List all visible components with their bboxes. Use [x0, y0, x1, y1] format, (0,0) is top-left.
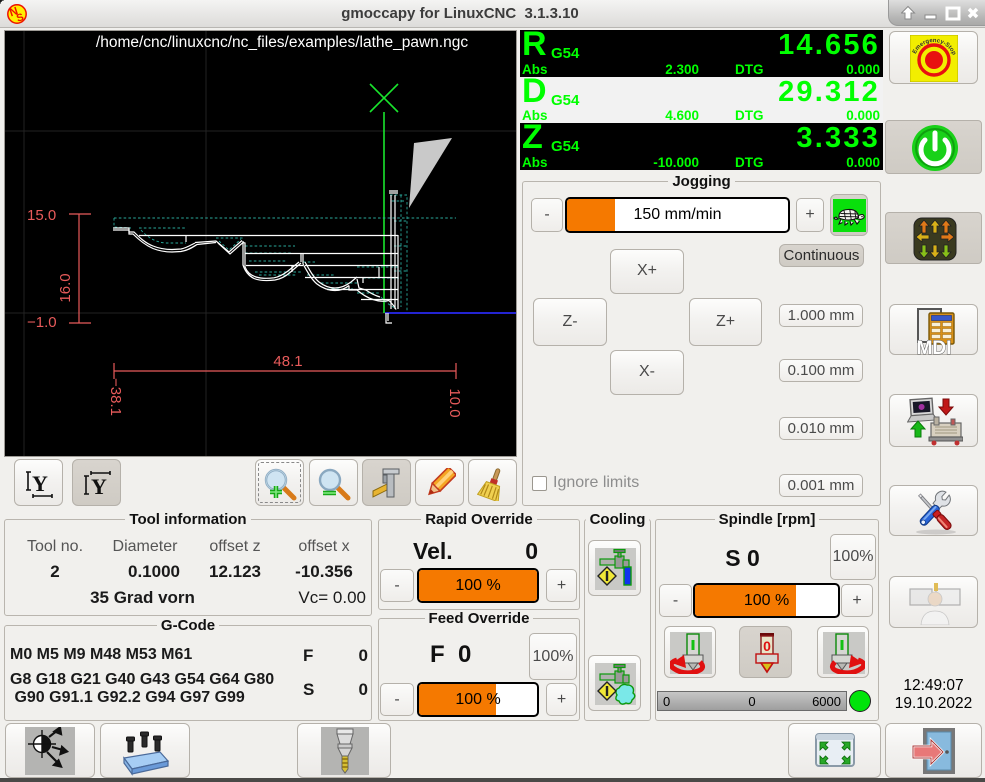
svg-text:Y: Y	[32, 471, 48, 496]
svg-text:0: 0	[763, 638, 771, 654]
svg-text:−38.1: −38.1	[107, 378, 124, 416]
svg-text:MDI: MDI	[917, 338, 952, 356]
svg-text:16.0: 16.0	[57, 273, 74, 302]
svg-text:Y: Y	[91, 474, 107, 499]
svg-text:10.0: 10.0	[446, 388, 463, 417]
svg-text:48.1: 48.1	[273, 353, 302, 370]
svg-text:−1.0: −1.0	[27, 314, 57, 331]
svg-text:/home/cnc/linuxcnc/nc_files/ex: /home/cnc/linuxcnc/nc_files/examples/lat…	[96, 34, 468, 51]
svg-text:15.0: 15.0	[27, 207, 56, 224]
